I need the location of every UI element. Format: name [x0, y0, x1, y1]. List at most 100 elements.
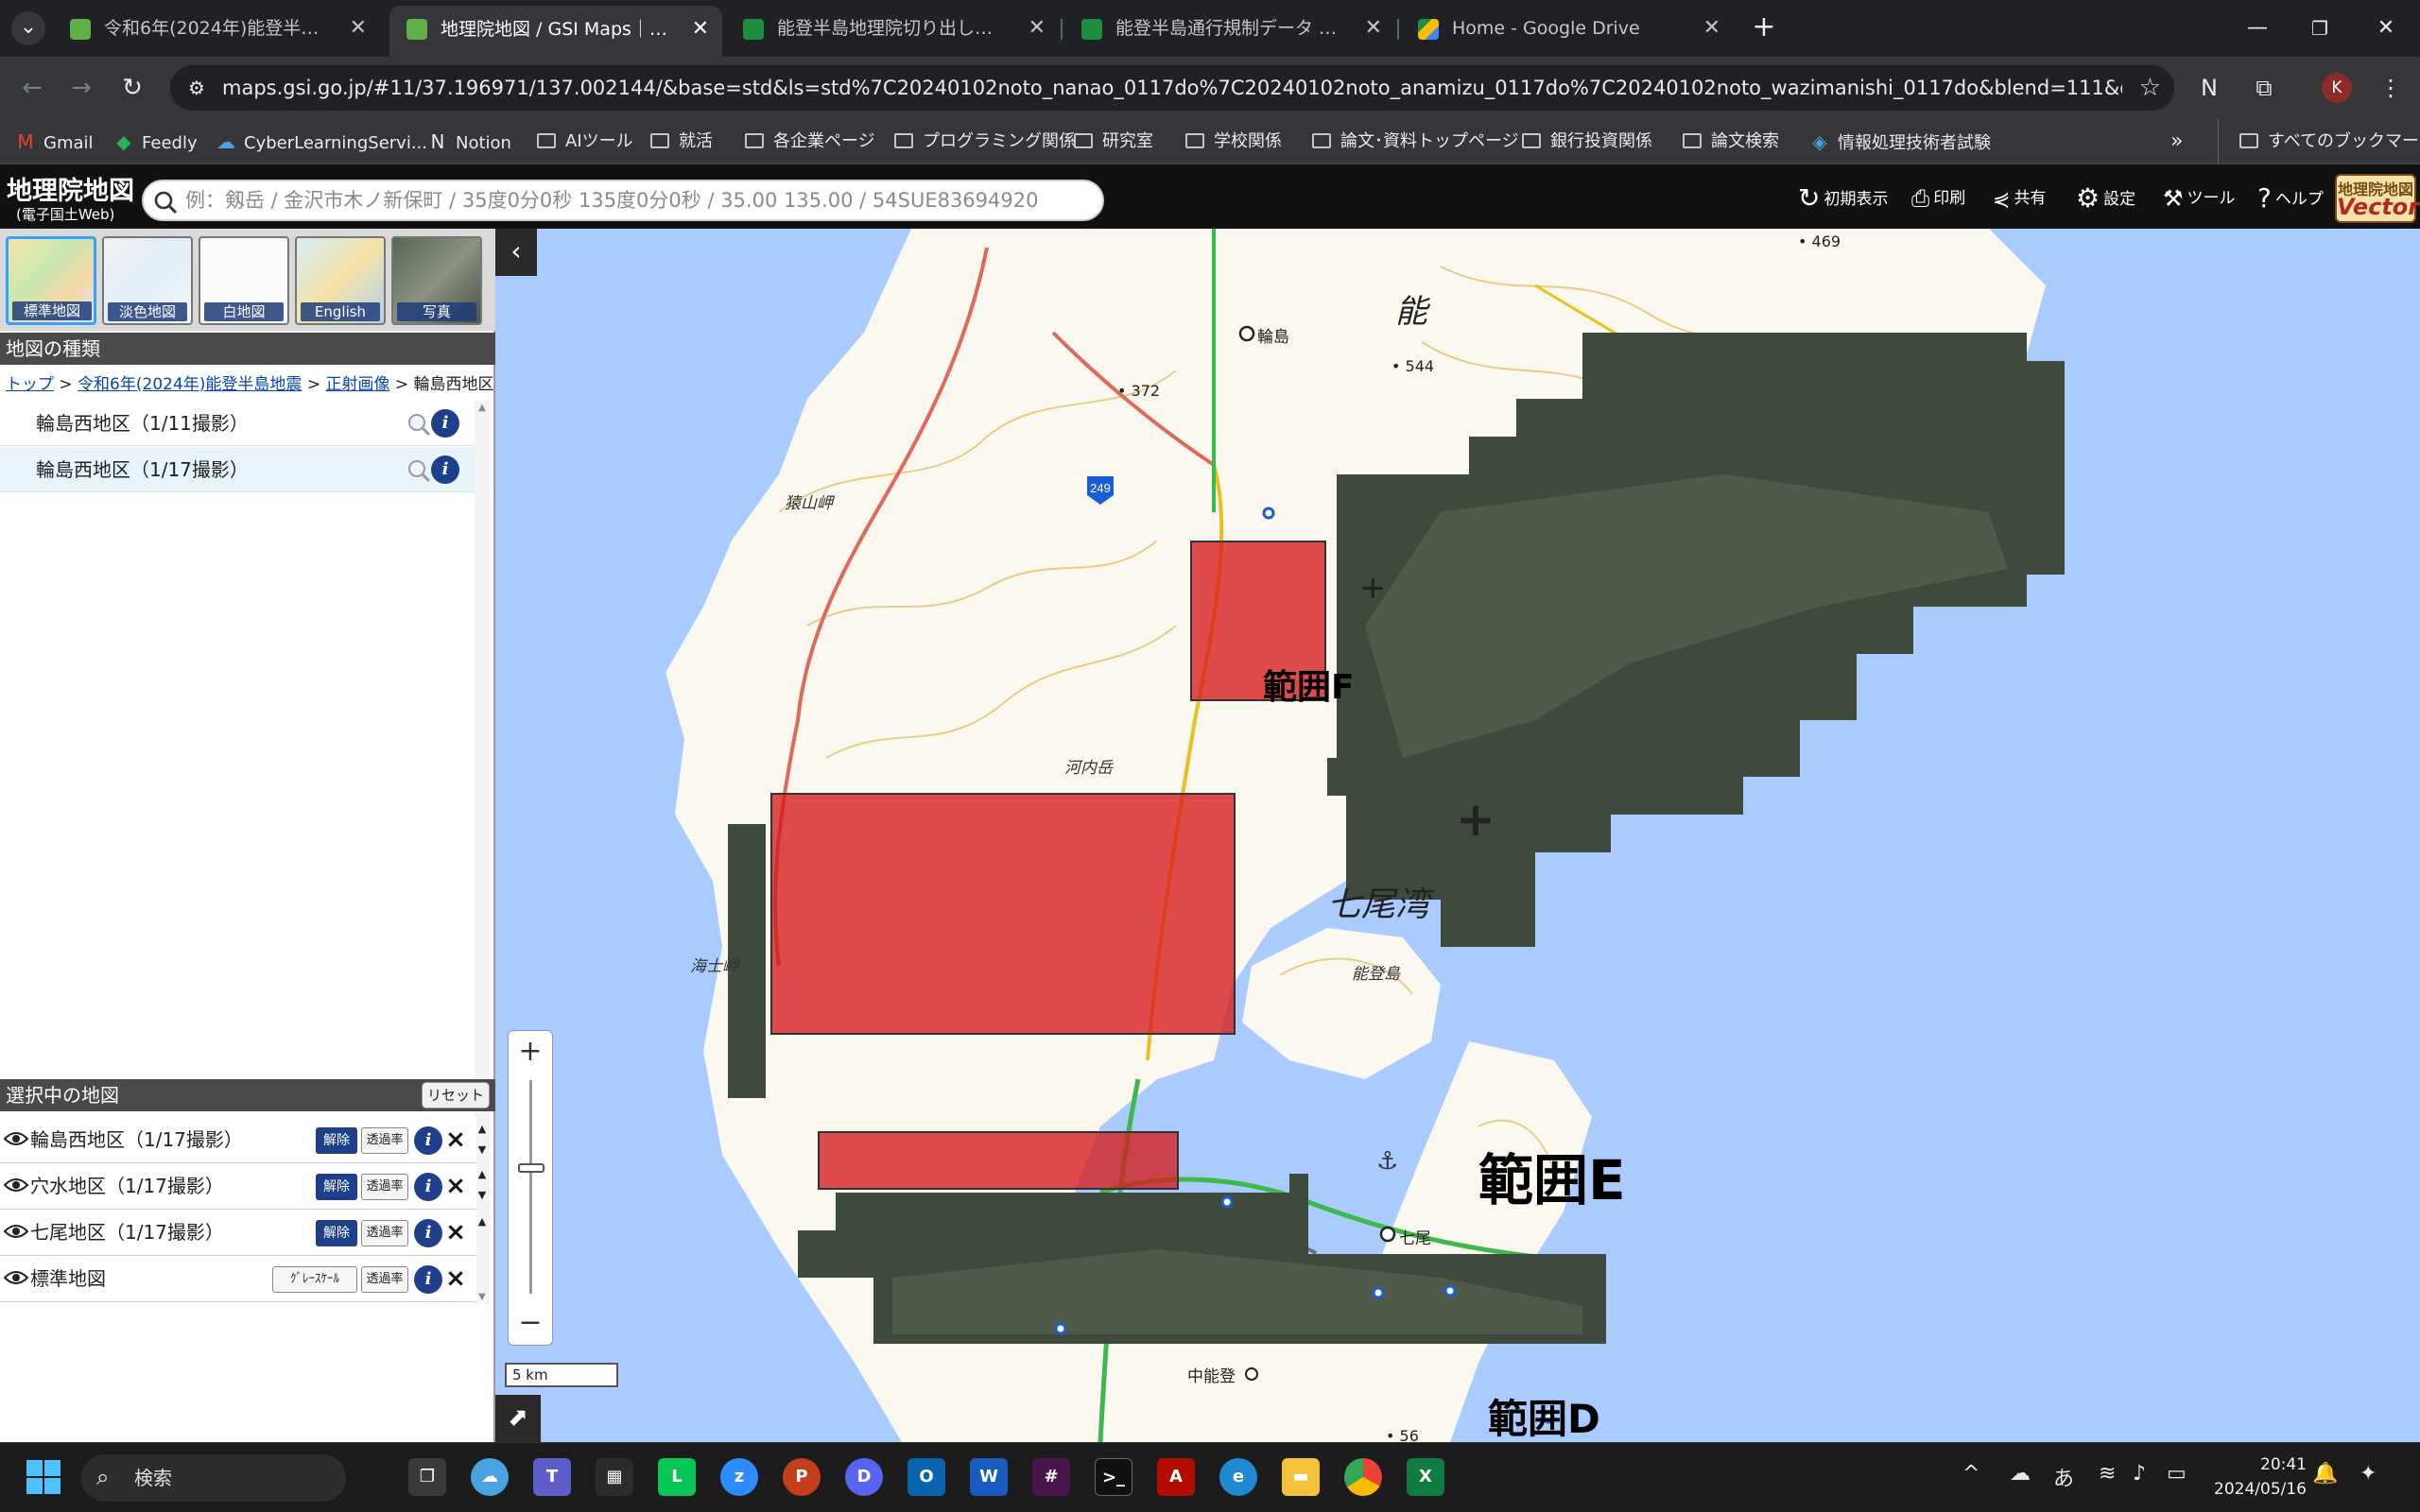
tab-cut-range-sheet[interactable]: 能登半島地理院切り出し範囲 - G ✕: [726, 8, 1059, 49]
notification-bell-icon[interactable]: 🔔: [2312, 1462, 2338, 1486]
tab-traffic-data-sheet[interactable]: 能登半島通行規制データ - Googl ✕: [1064, 8, 1395, 49]
map-list-item-wajima-0117[interactable]: 輪島西地区（1/17撮影） i: [0, 447, 475, 492]
visibility-eye-icon[interactable]: [4, 1130, 28, 1147]
bookmark-folder-school[interactable]: 学校関係: [1185, 119, 1282, 164]
notion-extension-icon[interactable]: N: [2193, 72, 2225, 104]
bookmarks-overflow-icon[interactable]: »: [2170, 119, 2183, 164]
word-icon[interactable]: W: [970, 1458, 1008, 1496]
store-icon[interactable]: ▦: [596, 1458, 633, 1496]
print-button[interactable]: ⎙ 印刷: [1911, 181, 1965, 215]
settings-button[interactable]: ⚙ 設定: [2076, 181, 2135, 215]
zoom-app-icon[interactable]: z: [720, 1458, 758, 1496]
close-icon[interactable]: ×: [444, 1125, 467, 1155]
place-search-input[interactable]: 例：剱岳 / 金沢市木ノ新保町 / 35度0分0秒 135度0分0秒 / 35.…: [142, 180, 1104, 221]
all-bookmarks[interactable]: すべてのブックマーク: [2218, 119, 2420, 164]
zoom-out-button[interactable]: −: [509, 1303, 552, 1345]
bookmark-folder-ai[interactable]: AIツール: [537, 119, 633, 164]
forward-icon[interactable]: →: [62, 69, 100, 107]
collapse-panel-button[interactable]: ‹: [495, 229, 537, 276]
move-up-icon[interactable]: ▲: [473, 1166, 492, 1183]
remove-layer-button[interactable]: 解除: [316, 1127, 357, 1154]
gsi-vector-logo[interactable]: 地理院地図 Vector: [2335, 174, 2419, 223]
bookmark-gmail[interactable]: M Gmail: [15, 119, 93, 164]
breadcrumb-orthophoto[interactable]: 正射画像: [325, 375, 389, 394]
onedrive-icon[interactable]: ☁: [2010, 1462, 2031, 1486]
site-settings-icon[interactable]: ⚙: [183, 75, 210, 101]
copilot-icon[interactable]: ✦: [2360, 1462, 2377, 1486]
windows-start-icon[interactable]: [25, 1458, 62, 1496]
back-icon[interactable]: ←: [13, 69, 51, 107]
tab-search-button[interactable]: ⌄: [11, 11, 45, 45]
close-icon[interactable]: ✕: [350, 8, 367, 49]
zoom-slider-track[interactable]: [529, 1080, 532, 1294]
visibility-eye-icon[interactable]: [4, 1177, 28, 1194]
system-clock[interactable]: 20:41 2024/05/16: [2193, 1452, 2307, 1502]
extensions-icon[interactable]: ⧉: [2248, 72, 2280, 104]
line-icon[interactable]: L: [658, 1458, 696, 1496]
map-canvas[interactable]: 249 範囲F 範囲E 範囲D 輪島 猿山岬 河内岳 海士岬 七尾湾 能登島 七…: [495, 229, 2420, 1442]
move-up-icon[interactable]: ▲: [473, 1213, 492, 1230]
tab-noto-earthquake[interactable]: 令和6年(2024年)能登半島地震に ✕: [53, 8, 380, 49]
remove-layer-button[interactable]: 解除: [316, 1174, 357, 1200]
visibility-eye-icon[interactable]: [4, 1223, 28, 1240]
initial-view-button[interactable]: ↻ 初期表示: [1798, 181, 1888, 215]
zoom-in-button[interactable]: +: [509, 1031, 552, 1073]
close-icon[interactable]: ×: [444, 1217, 467, 1247]
bookmark-feedly[interactable]: ◆ Feedly: [113, 119, 197, 164]
terminal-icon[interactable]: >_: [1095, 1458, 1132, 1496]
bookmark-star-icon[interactable]: ☆: [2139, 74, 2161, 102]
share-button[interactable]: ⋞ 共有: [1993, 181, 2046, 215]
ime-indicator[interactable]: あ: [2053, 1462, 2074, 1492]
url-text[interactable]: maps.gsi.go.jp/#11/37.196971/137.002144/…: [222, 65, 2122, 111]
opacity-button[interactable]: 透過率: [361, 1127, 408, 1154]
tab-google-drive[interactable]: Home - Google Drive ✕: [1401, 8, 1734, 49]
scroll-down-icon[interactable]: ▼: [475, 1292, 490, 1302]
acrobat-icon[interactable]: A: [1157, 1458, 1195, 1496]
grayscale-button[interactable]: ｸﾞﾚｰｽｹｰﾙ: [272, 1266, 357, 1293]
file-explorer-icon[interactable]: ▬: [1282, 1458, 1320, 1496]
slack-icon[interactable]: #: [1032, 1458, 1070, 1496]
restore-icon[interactable]: ❐: [2297, 9, 2342, 47]
info-icon[interactable]: i: [414, 1265, 442, 1294]
minimize-icon[interactable]: —: [2235, 9, 2280, 47]
preview-magnifier-icon[interactable]: [406, 458, 431, 483]
battery-icon[interactable]: ▭: [2167, 1462, 2187, 1486]
excel-icon[interactable]: X: [1407, 1458, 1444, 1496]
opacity-button[interactable]: 透過率: [361, 1220, 408, 1246]
chrome-icon[interactable]: [1344, 1458, 1382, 1496]
move-down-icon[interactable]: ▼: [473, 1187, 492, 1204]
breadcrumb-earthquake[interactable]: 令和6年(2024年)能登半島地震: [78, 375, 302, 394]
close-icon[interactable]: ✕: [1365, 8, 1382, 49]
opacity-button[interactable]: 透過率: [361, 1266, 408, 1293]
close-icon[interactable]: ×: [444, 1263, 467, 1294]
base-map-english[interactable]: English: [295, 236, 386, 325]
new-tab-button[interactable]: +: [1747, 9, 1781, 47]
volume-icon[interactable]: ♪: [2133, 1462, 2146, 1486]
expand-icon[interactable]: ⬈: [495, 1395, 541, 1442]
zoom-slider-handle[interactable]: [518, 1163, 544, 1173]
profile-avatar[interactable]: K: [2322, 73, 2352, 103]
discord-icon[interactable]: D: [845, 1458, 883, 1496]
edge-icon[interactable]: e: [1219, 1458, 1257, 1496]
info-icon[interactable]: i: [414, 1126, 442, 1155]
info-icon[interactable]: i: [431, 409, 459, 438]
base-map-pale[interactable]: 淡色地図: [102, 236, 193, 325]
help-button[interactable]: ? ヘルプ: [2257, 181, 2324, 215]
menu-kebab-icon[interactable]: ⋮: [2375, 72, 2407, 104]
move-up-icon[interactable]: ▲: [473, 1121, 492, 1138]
remove-layer-button[interactable]: 解除: [316, 1220, 357, 1246]
visibility-eye-icon[interactable]: [4, 1269, 28, 1286]
info-icon[interactable]: i: [414, 1219, 442, 1247]
outlook-icon[interactable]: O: [908, 1458, 945, 1496]
close-icon[interactable]: ✕: [692, 6, 709, 53]
close-icon[interactable]: ✕: [1703, 8, 1720, 49]
close-icon[interactable]: ✕: [1028, 8, 1046, 49]
bookmark-folder-companies[interactable]: 各企業ページ: [745, 119, 875, 164]
address-bar[interactable]: ⚙ maps.gsi.go.jp/#11/37.196971/137.00214…: [170, 65, 2174, 111]
reload-icon[interactable]: ↻: [113, 69, 151, 107]
bookmark-folder-lab[interactable]: 研究室: [1074, 119, 1153, 164]
close-icon[interactable]: ×: [444, 1171, 467, 1201]
base-map-photo[interactable]: 写真: [391, 236, 482, 325]
reset-button[interactable]: リセット: [422, 1082, 490, 1108]
base-map-blank[interactable]: 白地図: [199, 236, 289, 325]
